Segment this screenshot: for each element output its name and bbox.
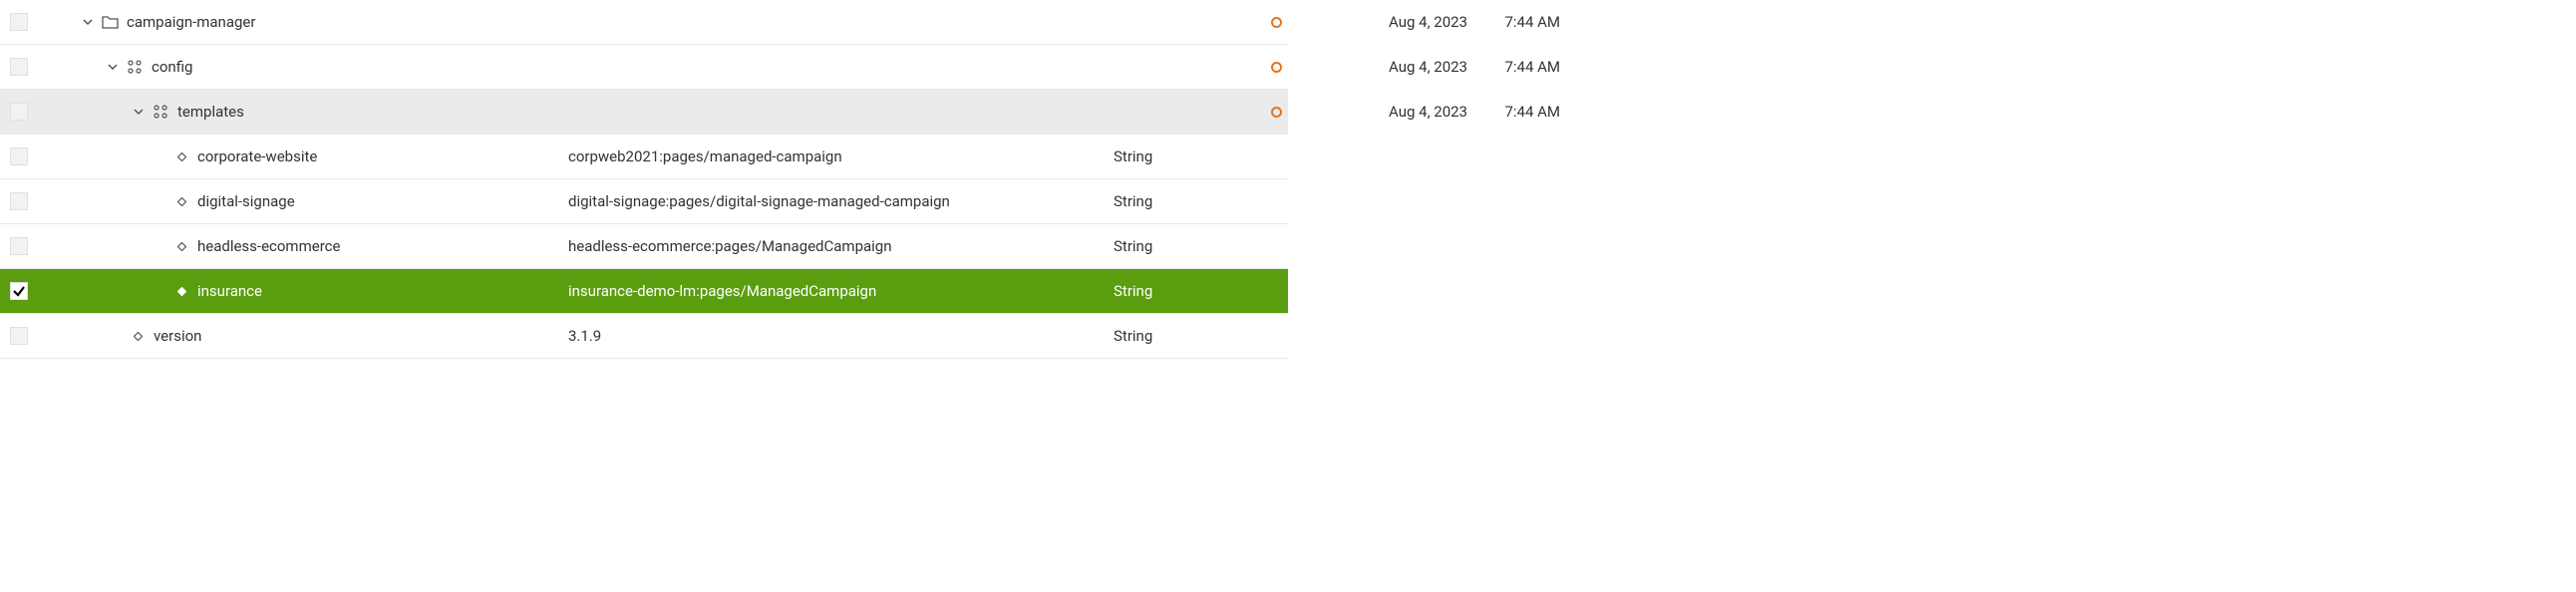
tree-row[interactable]: insurance insurance-demo-lm:pages/Managed…	[0, 269, 1288, 314]
row-checkbox[interactable]	[10, 13, 28, 31]
modified-status-icon	[1271, 107, 1282, 118]
folder-icon	[101, 15, 119, 29]
row-checkbox[interactable]	[10, 282, 28, 300]
tree-row[interactable]: templatesAug 4, 20237:44 AM	[0, 90, 1288, 135]
node-name: campaign-manager	[127, 13, 255, 31]
node-value: insurance-demo-lm:pages/ManagedCampaign	[568, 282, 1087, 300]
modified-time: 7:44 AM	[1490, 58, 1560, 76]
property-icon	[132, 332, 144, 341]
row-checkbox[interactable]	[10, 237, 28, 255]
row-checkbox[interactable]	[10, 58, 28, 76]
node-icon	[126, 59, 144, 75]
node-name: version	[154, 327, 201, 345]
tree-row[interactable]: headless-ecommerce headless-ecommerce:pag…	[0, 224, 1288, 269]
modified-status-icon	[1271, 17, 1282, 28]
node-value: corpweb2021:pages/managed-campaign	[568, 148, 1087, 165]
modified-status-icon	[1271, 62, 1282, 73]
row-checkbox[interactable]	[10, 327, 28, 345]
node-type: String	[1114, 282, 1213, 300]
status-indicator	[1261, 62, 1291, 73]
tree-row[interactable]: version 3.1.9 String	[0, 314, 1288, 359]
node-name: digital-signage	[197, 192, 295, 210]
property-icon	[175, 242, 187, 251]
modified-date: Aug 4, 2023	[1358, 13, 1477, 31]
node-type: String	[1114, 327, 1213, 345]
tree-row[interactable]: digital-signage digital-signage:pages/dig…	[0, 179, 1288, 224]
chevron-down-icon[interactable]	[132, 107, 146, 117]
tree-row[interactable]: configAug 4, 20237:44 AM	[0, 45, 1288, 90]
node-type: String	[1114, 192, 1213, 210]
node-value: headless-ecommerce:pages/ManagedCampaign	[568, 237, 1087, 255]
status-indicator	[1261, 17, 1291, 28]
modified-time: 7:44 AM	[1490, 103, 1560, 121]
node-value: 3.1.9	[568, 327, 1087, 345]
node-name: corporate-website	[197, 148, 317, 165]
modified-date: Aug 4, 2023	[1358, 58, 1477, 76]
property-icon	[175, 287, 187, 296]
node-value: digital-signage:pages/digital-signage-ma…	[568, 192, 1087, 210]
row-checkbox[interactable]	[10, 148, 28, 165]
row-checkbox[interactable]	[10, 103, 28, 121]
node-type: String	[1114, 237, 1213, 255]
chevron-down-icon[interactable]	[81, 17, 95, 27]
property-icon	[175, 152, 187, 161]
node-name: templates	[177, 103, 244, 121]
node-name: headless-ecommerce	[197, 237, 340, 255]
modified-date: Aug 4, 2023	[1358, 103, 1477, 121]
node-type: String	[1114, 148, 1213, 165]
chevron-down-icon[interactable]	[106, 62, 120, 72]
node-name: insurance	[197, 282, 262, 300]
modified-time: 7:44 AM	[1490, 13, 1560, 31]
row-checkbox[interactable]	[10, 192, 28, 210]
property-icon	[175, 197, 187, 206]
node-icon	[152, 104, 169, 120]
tree-row[interactable]: corporate-website corpweb2021:pages/manag…	[0, 135, 1288, 179]
status-indicator	[1261, 107, 1291, 118]
node-name: config	[152, 58, 192, 76]
tree-row[interactable]: campaign-managerAug 4, 20237:44 AM	[0, 0, 1288, 45]
